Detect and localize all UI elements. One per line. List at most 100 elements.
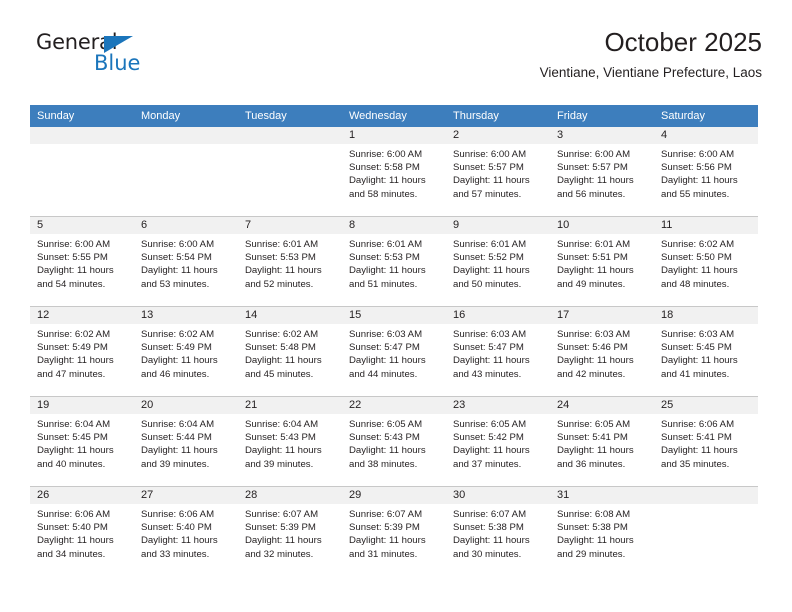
daylight-duration-line2: and 51 minutes.	[349, 278, 418, 290]
sunset-time: Sunset: 5:47 PM	[453, 342, 524, 354]
daylight-duration-line2: and 41 minutes.	[661, 368, 730, 380]
calendar-grid: Sunday Monday Tuesday Wednesday Thursday…	[30, 105, 758, 576]
sunrise-time: Sunrise: 6:01 AM	[349, 239, 423, 250]
sunset-time: Sunset: 5:45 PM	[37, 432, 108, 444]
weekday-header-row: Sunday Monday Tuesday Wednesday Thursday…	[30, 105, 758, 127]
day-number: 14	[238, 307, 342, 324]
daylight-duration-line2: and 57 minutes.	[453, 188, 522, 200]
calendar-day-cell[interactable]: 17 Sunrise: 6:03 AM Sunset: 5:46 PM Dayligh…	[550, 306, 654, 397]
calendar-day-cell[interactable]: 10 Sunrise: 6:01 AM Sunset: 5:51 PM Dayligh…	[550, 216, 654, 307]
daylight-duration-line2: and 34 minutes.	[37, 548, 106, 560]
calendar-day-cell[interactable]: 27 Sunrise: 6:06 AM Sunset: 5:40 PM Dayligh…	[134, 486, 238, 576]
day-details: Sunrise: 6:01 AM Sunset: 5:53 PM Daylight:…	[238, 234, 342, 291]
calendar-day-cell[interactable]: 7 Sunrise: 6:01 AM Sunset: 5:53 PM Daylight…	[238, 216, 342, 307]
calendar-day-cell[interactable]: 30 Sunrise: 6:07 AM Sunset: 5:38 PM Dayligh…	[446, 486, 550, 576]
day-number: 21	[238, 397, 342, 414]
sunrise-time: Sunrise: 6:00 AM	[557, 149, 631, 160]
sunrise-time: Sunrise: 6:07 AM	[245, 509, 319, 520]
day-cell-inner: 2 Sunrise: 6:00 AM Sunset: 5:57 PM Daylight…	[446, 127, 550, 216]
daylight-duration-line1: Daylight: 11 hours	[453, 175, 530, 187]
daylight-duration-line2: and 32 minutes.	[245, 548, 314, 560]
calendar-day-cell[interactable]: 4 Sunrise: 6:00 AM Sunset: 5:56 PM Daylight…	[654, 127, 758, 217]
calendar-day-cell[interactable]: 29 Sunrise: 6:07 AM Sunset: 5:39 PM Dayligh…	[342, 486, 446, 576]
calendar-day-cell[interactable]: 18 Sunrise: 6:03 AM Sunset: 5:45 PM Dayligh…	[654, 306, 758, 397]
daylight-duration-line1: Daylight: 11 hours	[349, 175, 426, 187]
day-cell-inner: 16 Sunrise: 6:03 AM Sunset: 5:47 PM Dayligh…	[446, 307, 550, 396]
sunrise-time: Sunrise: 6:07 AM	[453, 509, 527, 520]
calendar-day-cell[interactable]: 20 Sunrise: 6:04 AM Sunset: 5:44 PM Dayligh…	[134, 396, 238, 487]
sunset-time: Sunset: 5:57 PM	[557, 162, 628, 174]
daylight-duration-line2: and 48 minutes.	[661, 278, 730, 290]
day-cell-inner: 25 Sunrise: 6:06 AM Sunset: 5:41 PM Dayligh…	[654, 397, 758, 486]
sunrise-time: Sunrise: 6:04 AM	[37, 419, 111, 430]
daylight-duration-line2: and 35 minutes.	[661, 458, 730, 470]
calendar-day-cell[interactable]: 5 Sunrise: 6:00 AM Sunset: 5:55 PM Daylight…	[30, 216, 134, 307]
sunset-time: Sunset: 5:42 PM	[453, 432, 524, 444]
calendar-day-cell[interactable]: 21 Sunrise: 6:04 AM Sunset: 5:43 PM Dayligh…	[238, 396, 342, 487]
day-number: 29	[342, 487, 446, 504]
daylight-duration-line1: Daylight: 11 hours	[349, 265, 426, 277]
sunset-time: Sunset: 5:54 PM	[141, 252, 212, 264]
day-details: Sunrise: 6:07 AM Sunset: 5:39 PM Daylight:…	[342, 504, 446, 561]
daylight-duration-line1: Daylight: 11 hours	[557, 355, 634, 367]
calendar-day-cell[interactable]: 8 Sunrise: 6:01 AM Sunset: 5:53 PM Daylight…	[342, 216, 446, 307]
day-number: 28	[238, 487, 342, 504]
daylight-duration-line1: Daylight: 11 hours	[245, 535, 322, 547]
day-details: Sunrise: 6:04 AM Sunset: 5:44 PM Daylight:…	[134, 414, 238, 471]
calendar-day-cell[interactable]: 26 Sunrise: 6:06 AM Sunset: 5:40 PM Dayligh…	[30, 486, 134, 576]
daylight-duration-line2: and 53 minutes.	[141, 278, 210, 290]
day-cell-inner: 26 Sunrise: 6:06 AM Sunset: 5:40 PM Dayligh…	[30, 487, 134, 576]
calendar-day-cell[interactable]: 11 Sunrise: 6:02 AM Sunset: 5:50 PM Dayligh…	[654, 216, 758, 307]
day-number: 6	[134, 217, 238, 234]
general-blue-logo[interactable]: General Blue	[36, 30, 246, 86]
day-details: Sunrise: 6:03 AM Sunset: 5:46 PM Daylight:…	[550, 324, 654, 381]
day-details: Sunrise: 6:01 AM Sunset: 5:51 PM Daylight:…	[550, 234, 654, 291]
calendar-day-cell[interactable]: 9 Sunrise: 6:01 AM Sunset: 5:52 PM Daylight…	[446, 216, 550, 307]
daylight-duration-line1: Daylight: 11 hours	[141, 355, 218, 367]
calendar-day-cell[interactable]: 16 Sunrise: 6:03 AM Sunset: 5:47 PM Dayligh…	[446, 306, 550, 397]
day-cell-inner: 18 Sunrise: 6:03 AM Sunset: 5:45 PM Dayligh…	[654, 307, 758, 396]
sunrise-time: Sunrise: 6:08 AM	[557, 509, 631, 520]
sunrise-time: Sunrise: 6:00 AM	[349, 149, 423, 160]
day-number: 13	[134, 307, 238, 324]
sunset-time: Sunset: 5:56 PM	[661, 162, 732, 174]
calendar-day-cell[interactable]: 1 Sunrise: 6:00 AM Sunset: 5:58 PM Daylight…	[342, 127, 446, 217]
calendar-day-cell[interactable]: 14 Sunrise: 6:02 AM Sunset: 5:48 PM Dayligh…	[238, 306, 342, 397]
sunset-time: Sunset: 5:55 PM	[37, 252, 108, 264]
day-cell-inner: 31 Sunrise: 6:08 AM Sunset: 5:38 PM Dayligh…	[550, 487, 654, 576]
day-details: Sunrise: 6:06 AM Sunset: 5:40 PM Daylight:…	[134, 504, 238, 561]
sunrise-time: Sunrise: 6:06 AM	[141, 509, 215, 520]
calendar-day-cell[interactable]: 6 Sunrise: 6:00 AM Sunset: 5:54 PM Daylight…	[134, 216, 238, 307]
daylight-duration-line1: Daylight: 11 hours	[37, 265, 114, 277]
day-details: Sunrise: 6:03 AM Sunset: 5:47 PM Daylight:…	[446, 324, 550, 381]
day-cell-inner	[134, 127, 238, 216]
day-number	[654, 487, 758, 504]
calendar-day-cell[interactable]: 31 Sunrise: 6:08 AM Sunset: 5:38 PM Dayligh…	[550, 486, 654, 576]
daylight-duration-line2: and 29 minutes.	[557, 548, 626, 560]
day-cell-inner: 11 Sunrise: 6:02 AM Sunset: 5:50 PM Dayligh…	[654, 217, 758, 306]
day-details: Sunrise: 6:03 AM Sunset: 5:47 PM Daylight:…	[342, 324, 446, 381]
sunrise-time: Sunrise: 6:04 AM	[245, 419, 319, 430]
calendar-day-cell[interactable]: 3 Sunrise: 6:00 AM Sunset: 5:57 PM Daylight…	[550, 127, 654, 217]
weekday-header-tuesday: Tuesday	[238, 105, 342, 127]
day-cell-inner: 3 Sunrise: 6:00 AM Sunset: 5:57 PM Daylight…	[550, 127, 654, 216]
calendar-day-cell[interactable]: 13 Sunrise: 6:02 AM Sunset: 5:49 PM Dayligh…	[134, 306, 238, 397]
day-cell-inner: 19 Sunrise: 6:04 AM Sunset: 5:45 PM Dayligh…	[30, 397, 134, 486]
sunset-time: Sunset: 5:48 PM	[245, 342, 316, 354]
calendar-day-cell[interactable]: 15 Sunrise: 6:03 AM Sunset: 5:47 PM Dayligh…	[342, 306, 446, 397]
daylight-duration-line2: and 39 minutes.	[245, 458, 314, 470]
calendar-day-cell[interactable]: 25 Sunrise: 6:06 AM Sunset: 5:41 PM Dayligh…	[654, 396, 758, 487]
sunset-time: Sunset: 5:53 PM	[349, 252, 420, 264]
calendar-day-cell[interactable]: 23 Sunrise: 6:05 AM Sunset: 5:42 PM Dayligh…	[446, 396, 550, 487]
calendar-day-cell[interactable]: 28 Sunrise: 6:07 AM Sunset: 5:39 PM Dayligh…	[238, 486, 342, 576]
day-number: 24	[550, 397, 654, 414]
day-number: 20	[134, 397, 238, 414]
sunset-time: Sunset: 5:51 PM	[557, 252, 628, 264]
calendar-day-cell[interactable]: 2 Sunrise: 6:00 AM Sunset: 5:57 PM Daylight…	[446, 127, 550, 217]
calendar-day-cell[interactable]: 19 Sunrise: 6:04 AM Sunset: 5:45 PM Dayligh…	[30, 396, 134, 487]
calendar-day-cell[interactable]: 22 Sunrise: 6:05 AM Sunset: 5:43 PM Dayligh…	[342, 396, 446, 487]
calendar-day-cell[interactable]: 24 Sunrise: 6:05 AM Sunset: 5:41 PM Dayligh…	[550, 396, 654, 487]
calendar-day-cell[interactable]: 12 Sunrise: 6:02 AM Sunset: 5:49 PM Dayligh…	[30, 306, 134, 397]
day-number: 26	[30, 487, 134, 504]
day-cell-inner	[238, 127, 342, 216]
